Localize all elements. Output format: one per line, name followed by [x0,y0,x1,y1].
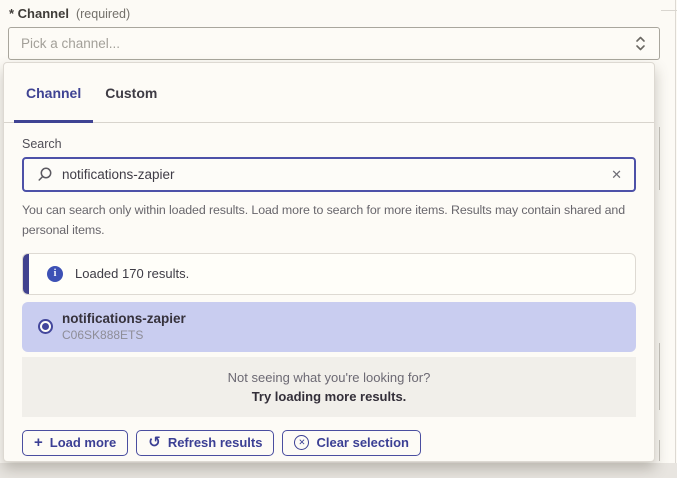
tab-bar: Channel Custom [4,63,654,123]
result-id: C06SK888ETS [62,328,186,342]
search-helper-text: You can search only within loaded result… [22,201,636,241]
info-icon: i [47,266,63,282]
field-label: * Channel (required) [9,6,130,21]
channel-dropdown-panel: Channel Custom Search ✕ You can search o… [3,62,655,462]
tab-channel-label: Channel [26,85,81,101]
radio-dot [42,323,49,330]
select-placeholder: Pick a channel... [21,36,635,51]
search-icon [36,166,53,183]
search-input[interactable] [62,167,602,182]
result-row-selected[interactable]: notifications-zapier C06SK888ETS [22,302,636,352]
hint-suggestion: Try loading more results. [252,389,407,404]
background-artifact [661,10,677,11]
plus-icon: + [34,435,43,450]
result-texts: notifications-zapier C06SK888ETS [62,311,186,342]
field-label-text: * Channel [9,6,69,21]
info-banner-accent-bar [23,254,29,294]
clear-selection-button[interactable]: ✕ Clear selection [282,430,421,456]
channel-picker-screen: * Channel (required) Pick a channel... Ch… [0,0,677,478]
load-more-hint: Not seeing what you're looking for? Try … [22,357,636,417]
background-artifact [659,440,660,461]
tab-custom-label: Custom [105,85,157,101]
result-name: notifications-zapier [62,311,186,326]
refresh-results-button[interactable]: ↺ Refresh results [136,430,274,456]
load-more-button[interactable]: + Load more [22,430,128,456]
required-note: (required) [76,7,130,21]
action-buttons: + Load more ↺ Refresh results ✕ Clear se… [22,430,636,456]
refresh-results-label: Refresh results [168,435,263,450]
hint-question: Not seeing what you're looking for? [228,370,431,385]
x-circle-icon: ✕ [294,435,309,450]
search-label: Search [22,137,636,151]
channel-select[interactable]: Pick a channel... [8,27,660,60]
info-banner: i Loaded 170 results. [22,253,636,295]
page-background-strip [0,463,677,478]
background-artifact [659,343,660,410]
background-artifact [659,127,660,190]
chevron-up-down-icon [635,35,646,52]
load-more-label: Load more [50,435,116,450]
dropdown-content: Search ✕ You can search only within load… [4,137,654,456]
clear-selection-label: Clear selection [316,435,409,450]
info-banner-text: Loaded 170 results. [75,266,189,281]
tab-custom[interactable]: Custom [93,63,169,122]
background-artifact [675,0,676,463]
radio-selected-icon[interactable] [38,319,53,334]
clear-search-icon[interactable]: ✕ [611,168,622,181]
search-box: ✕ [22,157,636,192]
refresh-icon: ↺ [148,435,161,450]
tab-channel[interactable]: Channel [14,63,93,122]
